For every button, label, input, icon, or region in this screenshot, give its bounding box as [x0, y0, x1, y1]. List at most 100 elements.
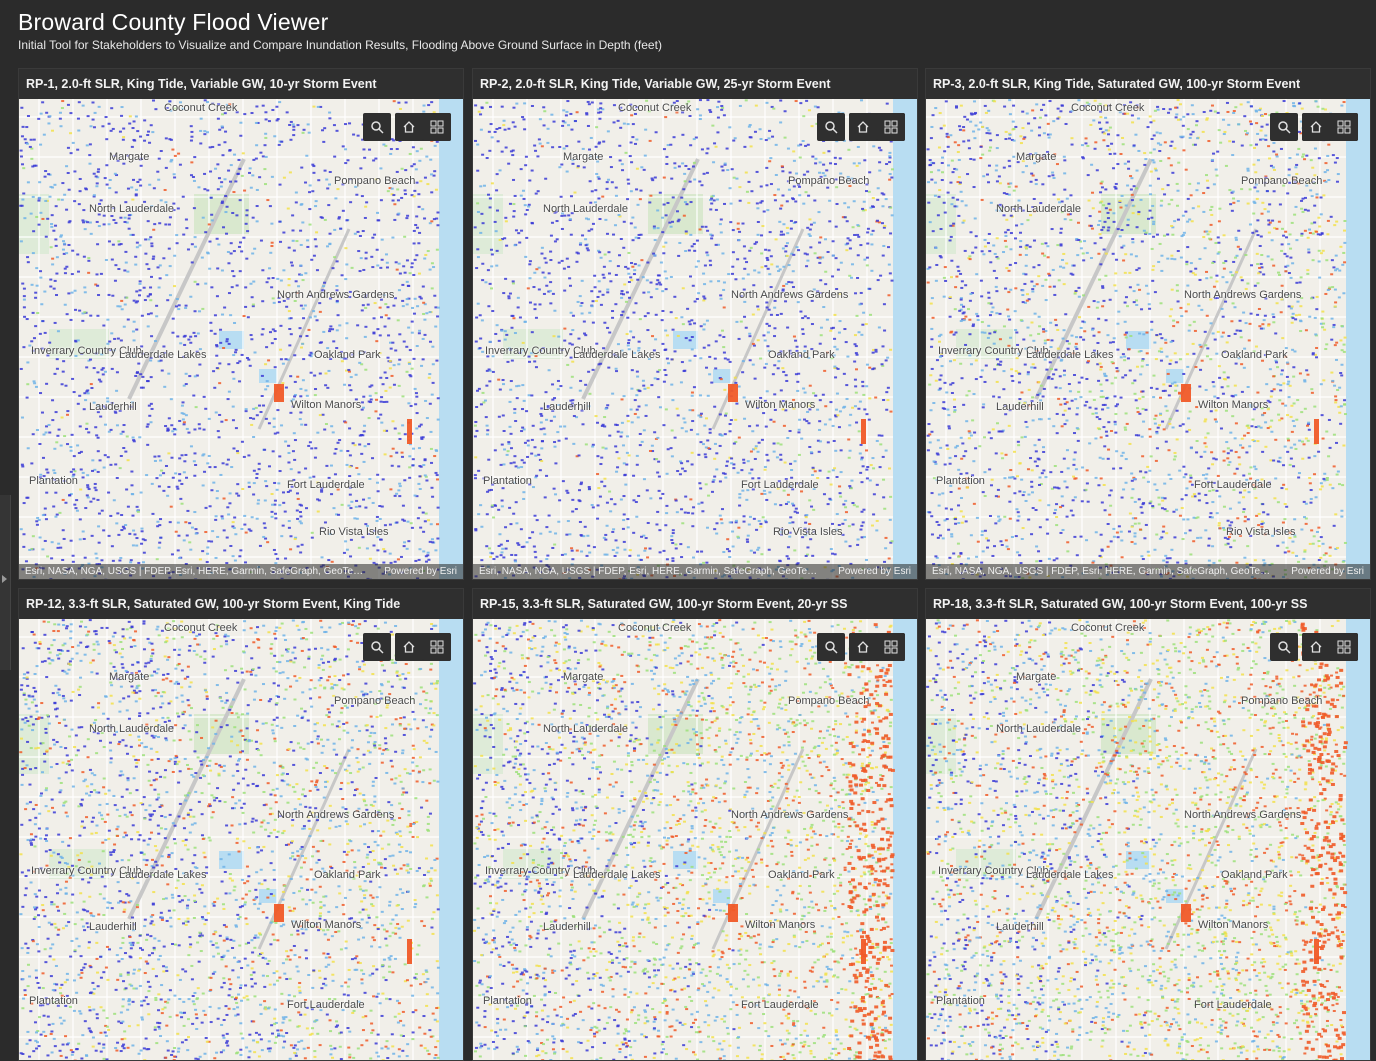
map-label-fort-lauderdale: Fort Lauderdale: [1194, 999, 1272, 1011]
map-tools: [363, 633, 451, 661]
basemap-gallery-button[interactable]: [1330, 113, 1358, 141]
map-label-coconut-creek: Coconut Creek: [1071, 102, 1145, 114]
map-tool-group: [1302, 633, 1358, 661]
map-label-coconut-creek: Coconut Creek: [164, 622, 238, 634]
map-label-coconut-creek: Coconut Creek: [164, 102, 238, 114]
sidebar-toggle[interactable]: [0, 495, 11, 670]
map-label-plantation: Plantation: [29, 475, 78, 487]
map-label-rio-vista: Rio Vista Isles: [1226, 526, 1296, 538]
map-label-lauderhill: Lauderhill: [543, 401, 591, 413]
map-label-lauderdale-lakes: Lauderdale Lakes: [1026, 349, 1114, 361]
map-label-plantation: Plantation: [936, 995, 985, 1007]
flood-depth-layer: [926, 619, 1370, 1060]
attribution-sources[interactable]: Esri, NASA, NGA, USGS | FDEP, Esri, HERE…: [932, 564, 1272, 579]
map-label-north-andrews: North Andrews Gardens: [731, 809, 849, 821]
map-tool-group: [395, 113, 451, 141]
map-label-pompano: Pompano Beach: [788, 175, 870, 187]
map-view[interactable]: Coconut Creek Margate Pompano Beach North L…: [19, 619, 463, 1060]
powered-by-esri[interactable]: Powered by Esri: [1291, 564, 1364, 579]
map-label-north-andrews: North Andrews Gardens: [1184, 809, 1302, 821]
map-label-coconut-creek: Coconut Creek: [1071, 622, 1145, 634]
map-label-north-andrews: North Andrews Gardens: [731, 289, 849, 301]
home-icon: [857, 121, 869, 133]
map-label-fort-lauderdale: Fort Lauderdale: [1194, 479, 1272, 491]
map-label-lauderdale-lakes: Lauderdale Lakes: [119, 349, 207, 361]
home-button[interactable]: [1302, 113, 1330, 141]
panel-title: RP-15, 3.3-ft SLR, Saturated GW, 100-yr …: [473, 589, 917, 619]
basemap-gallery-button[interactable]: [423, 633, 451, 661]
map-label-north-lauderdale: North Lauderdale: [543, 203, 629, 215]
basemap-gallery-button[interactable]: [877, 113, 905, 141]
map-label-oakland-park: Oakland Park: [314, 349, 381, 361]
map-label-lauderdale-lakes: Lauderdale Lakes: [573, 869, 661, 881]
map-label-pompano: Pompano Beach: [334, 695, 416, 707]
basemap-gallery-button[interactable]: [877, 633, 905, 661]
map-label-margate: Margate: [563, 671, 604, 683]
map-label-fort-lauderdale: Fort Lauderdale: [287, 999, 365, 1011]
app-subtitle: Initial Tool for Stakeholders to Visuali…: [18, 38, 662, 52]
map-label-coconut-creek: Coconut Creek: [618, 102, 692, 114]
map-tool-group: [849, 113, 905, 141]
map-view[interactable]: Coconut Creek Margate Pompano Beach North L…: [473, 99, 917, 579]
map-tools: [1270, 633, 1358, 661]
grid-icon: [430, 120, 444, 134]
basemap-gallery-button[interactable]: [1330, 633, 1358, 661]
map-label-lauderdale-lakes: Lauderdale Lakes: [119, 869, 207, 881]
search-button[interactable]: [1270, 113, 1298, 141]
home-button[interactable]: [849, 633, 877, 661]
map-label-oakland-park: Oakland Park: [1221, 349, 1288, 361]
map-label-oakland-park: Oakland Park: [314, 869, 381, 881]
home-button[interactable]: [395, 113, 423, 141]
map-panel: RP-2, 2.0-ft SLR, King Tide, Variable GW…: [472, 68, 918, 580]
map-label-lauderhill: Lauderhill: [89, 921, 137, 933]
search-button[interactable]: [1270, 633, 1298, 661]
map-attribution: Esri, NASA, NGA, USGS | FDEP, Esri, HERE…: [19, 564, 463, 579]
map-label-north-lauderdale: North Lauderdale: [543, 723, 629, 735]
home-button[interactable]: [395, 633, 423, 661]
map-view[interactable]: Coconut Creek Margate Pompano Beach North L…: [926, 99, 1370, 579]
map-tool-group: [395, 633, 451, 661]
map-attribution: Esri, NASA, NGA, USGS | FDEP, Esri, HERE…: [473, 564, 917, 579]
search-button[interactable]: [817, 113, 845, 141]
map-panel: RP-18, 3.3-ft SLR, Saturated GW, 100-yr …: [925, 588, 1371, 1061]
search-button[interactable]: [363, 633, 391, 661]
map-label-plantation: Plantation: [29, 995, 78, 1007]
home-icon: [1310, 641, 1322, 653]
attribution-sources[interactable]: Esri, NASA, NGA, USGS | FDEP, Esri, HERE…: [25, 564, 365, 579]
app-title: Broward County Flood Viewer: [18, 9, 329, 35]
map-panel: RP-12, 3.3-ft SLR, Saturated GW, 100-yr …: [18, 588, 464, 1061]
map-label-coconut-creek: Coconut Creek: [618, 622, 692, 634]
panel-title: RP-18, 3.3-ft SLR, Saturated GW, 100-yr …: [926, 589, 1370, 619]
search-icon: [371, 641, 384, 654]
flood-depth-layer: [473, 619, 917, 1060]
map-view[interactable]: Coconut Creek Margate Pompano Beach North L…: [926, 619, 1370, 1060]
map-tools: [363, 113, 451, 141]
search-button[interactable]: [363, 113, 391, 141]
grid-icon: [1337, 640, 1351, 654]
map-view[interactable]: Coconut Creek Margate Pompano Beach North L…: [19, 99, 463, 579]
map-label-north-lauderdale: North Lauderdale: [996, 723, 1082, 735]
map-tools: [817, 113, 905, 141]
grid-icon: [430, 640, 444, 654]
search-button[interactable]: [817, 633, 845, 661]
map-label-margate: Margate: [563, 151, 604, 163]
home-button[interactable]: [849, 113, 877, 141]
map-panel: RP-15, 3.3-ft SLR, Saturated GW, 100-yr …: [472, 588, 918, 1061]
home-button[interactable]: [1302, 633, 1330, 661]
map-label-fort-lauderdale: Fort Lauderdale: [741, 999, 819, 1011]
map-view[interactable]: Coconut Creek Margate Pompano Beach North L…: [473, 619, 917, 1060]
map-label-margate: Margate: [109, 671, 150, 683]
basemap-gallery-button[interactable]: [423, 113, 451, 141]
map-label-wilton-manors: Wilton Manors: [745, 399, 816, 411]
map-tools: [1270, 113, 1358, 141]
map-label-rio-vista: Rio Vista Isles: [319, 526, 389, 538]
map-tools: [817, 633, 905, 661]
map-label-oakland-park: Oakland Park: [768, 349, 835, 361]
map-label-margate: Margate: [109, 151, 150, 163]
powered-by-esri[interactable]: Powered by Esri: [838, 564, 911, 579]
flood-depth-layer: [926, 99, 1370, 579]
powered-by-esri[interactable]: Powered by Esri: [384, 564, 457, 579]
map-label-north-lauderdale: North Lauderdale: [89, 203, 175, 215]
attribution-sources[interactable]: Esri, NASA, NGA, USGS | FDEP, Esri, HERE…: [479, 564, 819, 579]
map-label-margate: Margate: [1016, 671, 1057, 683]
